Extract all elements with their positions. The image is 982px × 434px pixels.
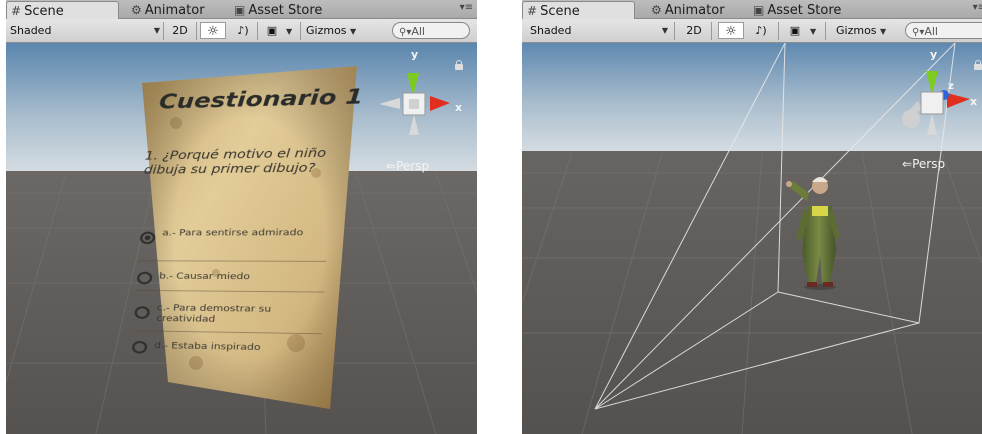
tab-scene[interactable]: # Scene	[522, 1, 635, 19]
shading-mode-dropdown[interactable]: Shaded ▼	[10, 22, 162, 39]
quiz-panel: Cuestionario 1 1. ¿Porqué motivo el niño…	[131, 67, 364, 412]
scene-toolbar: Shaded ▼ 2D ☼ ♪) ▣ ▼ Gizmos ▼ ⚲▾All	[6, 19, 477, 43]
animator-icon: ⚙	[651, 3, 662, 17]
axis-z-label: z	[948, 81, 954, 92]
panel-menu-icon[interactable]: ▾≡	[973, 2, 982, 13]
2d-toggle[interactable]: 2D	[680, 22, 708, 39]
scene-toolbar: Shaded ▼ 2D ☼ ♪) ▣ ▼ Gizmos ▼ ⚲▾All	[522, 19, 982, 43]
tab-asset-store[interactable]: ▣ Asset Store	[230, 1, 360, 19]
radio-selected-icon[interactable]	[139, 231, 156, 245]
radio-icon[interactable]	[131, 340, 148, 354]
audio-toggle-icon[interactable]: ♪)	[750, 22, 772, 39]
effects-dropdown-icon[interactable]: ▼	[286, 22, 296, 39]
perspective-toggle[interactable]: ⇐Persp	[902, 157, 945, 171]
tab-bar: # Scene ⚙ Animator ▣ Asset Store ▾≡	[6, 0, 477, 19]
gizmos-dropdown[interactable]: Gizmos ▼	[836, 22, 898, 39]
audio-toggle-icon[interactable]: ♪)	[232, 22, 254, 39]
axis-x-label: x	[455, 101, 463, 114]
quiz-option-a[interactable]: a.- Para sentirse admirado	[138, 228, 331, 262]
search-input[interactable]: ⚲▾All	[392, 22, 470, 39]
separator	[257, 22, 258, 40]
axis-x-label: x	[970, 95, 978, 108]
tab-bar: # Scene ⚙ Animator ▣ Asset Store ▾≡	[522, 0, 982, 19]
chevron-down-icon: ▼	[880, 27, 887, 36]
store-icon: ▣	[234, 3, 246, 17]
chevron-down-icon: ▼	[661, 26, 668, 35]
store-icon: ▣	[753, 3, 765, 17]
perspective-toggle[interactable]: ⇐Persp	[386, 159, 429, 173]
separator	[300, 22, 301, 40]
effects-toggle-icon[interactable]: ▣	[784, 22, 806, 39]
quiz-question: 1. ¿Porqué motivo el niño dibuja su prim…	[143, 146, 327, 177]
search-input[interactable]: ⚲▾All	[905, 22, 982, 39]
separator	[825, 22, 826, 40]
quiz-title: Cuestionario 1	[158, 84, 365, 114]
axis-y-label: y	[411, 48, 419, 61]
radio-icon[interactable]	[134, 306, 151, 319]
grid-icon: #	[11, 4, 22, 18]
divider	[138, 260, 327, 262]
chevron-down-icon: ▼	[153, 26, 160, 35]
gizmos-dropdown[interactable]: Gizmos ▼	[306, 22, 366, 39]
effects-toggle-icon[interactable]: ▣	[261, 22, 283, 39]
separator	[778, 22, 779, 40]
search-icon: ⚲▾	[399, 27, 412, 38]
tab-scene[interactable]: # Scene	[6, 1, 119, 19]
separator	[711, 22, 712, 40]
grid-icon: #	[527, 4, 538, 18]
2d-toggle[interactable]: 2D	[166, 22, 194, 39]
divider	[136, 289, 325, 293]
radio-icon[interactable]	[136, 271, 153, 285]
scene-render	[522, 43, 982, 434]
tab-animator[interactable]: ⚙ Animator	[127, 1, 227, 19]
separator	[163, 22, 164, 40]
tab-asset-store[interactable]: ▣ Asset Store	[749, 1, 879, 19]
search-icon: ⚲▾	[912, 27, 925, 38]
scene-view-right: # Scene ⚙ Animator ▣ Asset Store ▾≡ Shaded …	[522, 0, 982, 434]
scene-viewport[interactable]: Cuestionario 1 1. ¿Porqué motivo el niño…	[6, 43, 477, 434]
chevron-down-icon: ▼	[350, 27, 357, 36]
scene-viewport[interactable]: ⇐Persp y x z	[522, 43, 982, 434]
lighting-toggle-icon[interactable]: ☼	[200, 22, 226, 39]
shading-mode-dropdown[interactable]: Shaded ▼	[530, 22, 670, 39]
lock-icon[interactable]	[974, 60, 982, 70]
quiz-option-d[interactable]: d.- Estaba inspirado	[131, 338, 324, 367]
lighting-toggle-icon[interactable]: ☼	[718, 22, 744, 39]
panel-menu-icon[interactable]: ▾≡	[460, 2, 473, 13]
scene-view-left: # Scene ⚙ Animator ▣ Asset Store ▾≡ Shaded …	[6, 0, 477, 434]
axis-y-label: y	[930, 48, 938, 61]
quiz-content: Cuestionario 1 1. ¿Porqué motivo el niño…	[115, 60, 365, 395]
separator	[196, 22, 197, 40]
separator	[674, 22, 675, 40]
divider	[133, 330, 322, 335]
effects-dropdown-icon[interactable]: ▼	[810, 22, 820, 39]
quiz-option-c[interactable]: c.- Para demostrar su creatividad	[133, 303, 325, 335]
lock-icon[interactable]	[455, 60, 463, 70]
quiz-option-b[interactable]: b.- Causar miedo	[136, 269, 328, 296]
animator-icon: ⚙	[131, 3, 142, 17]
tab-animator[interactable]: ⚙ Animator	[647, 1, 747, 19]
